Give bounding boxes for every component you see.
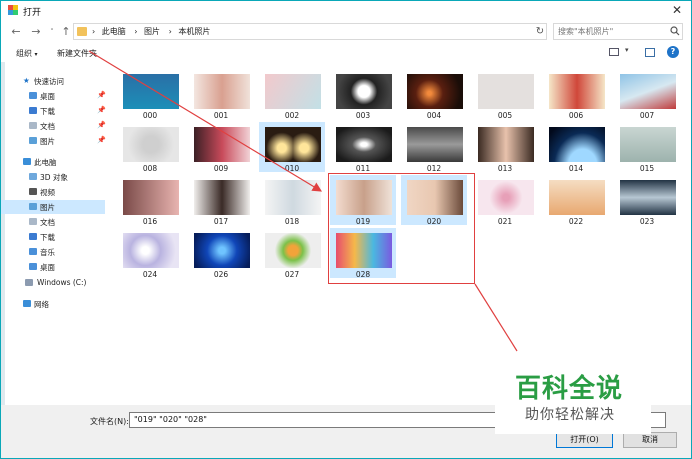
watermark-logo: 百科全说 助你轻松解决 bbox=[495, 364, 651, 434]
watermark-subtitle: 助你轻松解决 bbox=[525, 407, 615, 423]
filename-label: 文件名(N): bbox=[90, 417, 129, 426]
cancel-button[interactable]: 取消 bbox=[623, 432, 677, 448]
annotation-arrow bbox=[88, 50, 323, 192]
watermark-title: 百科全说 bbox=[515, 374, 624, 404]
filename-value: "019" "020" "028" bbox=[134, 415, 207, 424]
annotation-line bbox=[474, 283, 518, 352]
open-file-dialog: 打开 ✕ ← → ˅ ↑ › 此电脑 › 图片 › 本机照片 ↻ 搜索"本机照片… bbox=[0, 0, 692, 459]
open-button[interactable]: 打开(O) bbox=[556, 432, 613, 448]
